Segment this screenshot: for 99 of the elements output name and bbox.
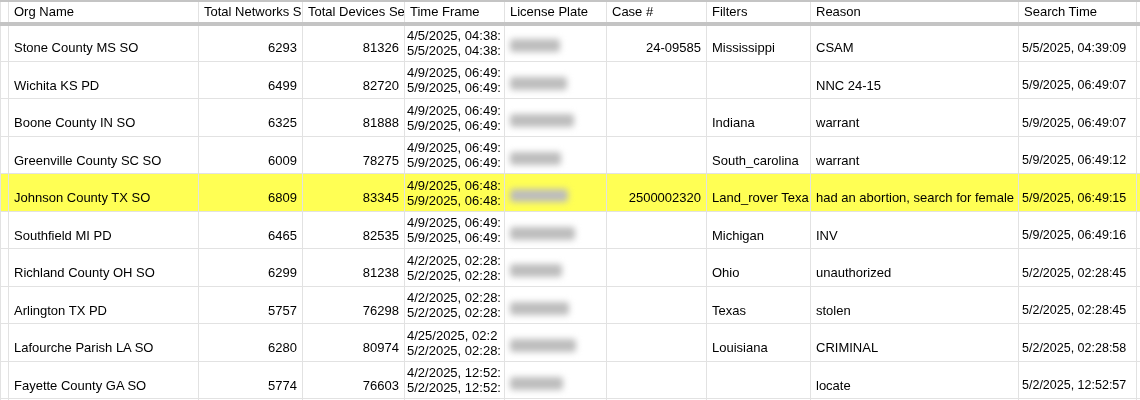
table-cell: Greenville County SC SO [14, 152, 162, 168]
table-cell: Mississippi [712, 40, 775, 55]
table-cell: 5/2/2025, 02:28:45 [1022, 303, 1127, 318]
table-cell: 81238 [362, 265, 399, 280]
table-cell: 24-09585 [646, 40, 701, 55]
table-cell: 4/5/2025, 04:38: [407, 27, 501, 43]
table-cell: 82535 [362, 227, 399, 243]
blurred-plate [510, 339, 576, 352]
table-cell: 80974 [362, 340, 399, 355]
table-cell: 6499 [268, 77, 297, 93]
table-cell: 5/9/2025, 06:49: [407, 80, 501, 95]
table-cell: unauthorized [816, 265, 892, 280]
column-header: Reason [816, 4, 861, 19]
blurred-plate [510, 39, 560, 52]
table-cell: warrant [816, 115, 860, 130]
table-cell: 5/2/2025, 02:28: [407, 305, 501, 320]
table-cell: 5/9/2025, 06:49:12 [1022, 153, 1127, 168]
column-header: Total Devices Se [308, 4, 404, 19]
table-cell: 4/2/2025, 02:28: [407, 290, 501, 305]
table-cell: 5/9/2025, 06:49:07 [1022, 78, 1127, 93]
table-cell: 4/2/2025, 02:28: [407, 252, 501, 268]
table-cell: had an abortion, search for female [816, 190, 1014, 205]
blurred-plate [510, 264, 562, 277]
blurred-plate [510, 76, 567, 90]
table-cell: 4/9/2025, 06:49: [407, 215, 501, 230]
table-cell: Johnson County TX SO [14, 190, 151, 205]
table-cell: 6465 [268, 227, 297, 243]
blurred-plate [510, 376, 563, 390]
table-cell: Stone County MS SO [14, 40, 139, 55]
column-header: Search Time [1024, 4, 1097, 19]
table-cell: 5/2/2025, 12:52:57 [1022, 378, 1127, 393]
table-cell: 4/9/2025, 06:48: [407, 177, 501, 193]
table-cell: CRIMINAL [816, 340, 879, 355]
table-cell: stolen [816, 302, 851, 318]
table-cell: 76298 [362, 302, 399, 318]
table-cell: 83345 [362, 190, 399, 205]
table-cell: Fayette County GA SO [14, 377, 147, 393]
table-cell: 6009 [268, 152, 297, 168]
blurred-plate [510, 151, 561, 165]
table-cell: NNC 24-15 [816, 77, 882, 93]
table-cell: 5/9/2025, 06:48: [407, 192, 501, 208]
table-cell: 5/9/2025, 06:49: [407, 155, 501, 170]
table-cell: Arlington TX PD [14, 302, 107, 318]
table-cell: Ohio [712, 265, 740, 280]
table-cell: South_carolina [712, 152, 799, 168]
table-cell: 4/9/2025, 06:49: [407, 140, 501, 155]
table-cell: 81326 [362, 40, 399, 55]
table-cell: 5/9/2025, 06:49: [407, 117, 501, 133]
blurred-plate [510, 114, 574, 127]
column-header: License Plate [510, 4, 589, 19]
table-cell: Michigan [712, 227, 765, 243]
table-cell: Indiana [712, 115, 755, 130]
column-header: Org Name [14, 4, 74, 19]
table-cell: 5/9/2025, 06:49:15 [1022, 190, 1127, 205]
table-cell: 5/5/2025, 04:39:09 [1022, 40, 1127, 55]
table-cell: Richland County OH SO [14, 265, 155, 280]
table-cell: 5/2/2025, 02:28:58 [1022, 340, 1127, 355]
table-cell: locate [816, 377, 851, 393]
column-header: Case # [612, 4, 654, 19]
blurred-plate [510, 226, 575, 240]
table-cell: 5757 [268, 302, 297, 318]
table-cell: 5/2/2025, 02:28: [407, 267, 501, 283]
table-cell: 4/2/2025, 12:52: [407, 365, 501, 380]
column-header: Filters [712, 4, 748, 19]
column-header: Time Frame [410, 4, 480, 19]
table-cell: 6809 [268, 190, 297, 205]
table-cell: 4/25/2025, 02:2 [407, 327, 498, 343]
table-cell: 5/9/2025, 06:49:07 [1022, 115, 1127, 130]
table-cell: Southfield MI PD [14, 227, 112, 243]
column-header: Total Networks S [204, 4, 302, 19]
table-cell: 5/2/2025, 02:28: [407, 342, 501, 358]
table-cell: 78275 [362, 152, 399, 168]
table-cell: 76603 [362, 377, 399, 393]
blurred-plate [510, 301, 569, 315]
table-cell: 5/9/2025, 06:49:16 [1022, 228, 1127, 243]
table-cell: 5/5/2025, 04:38: [407, 42, 501, 58]
table-cell: 5774 [268, 377, 297, 393]
table-cell: CSAM [816, 40, 854, 55]
table-cell: 2500002320 [628, 190, 701, 205]
table-cell: Lafourche Parish LA SO [14, 340, 154, 355]
table-cell: Boone County IN SO [14, 115, 136, 130]
table-cell: 6325 [268, 115, 297, 130]
blurred-plate [510, 189, 568, 202]
table-cell: 5/2/2025, 02:28:45 [1022, 265, 1127, 280]
table-cell: INV [816, 227, 838, 243]
table-cell: Land_rover Texa [712, 190, 809, 205]
table-cell: 4/9/2025, 06:49: [407, 65, 501, 80]
table-cell: Texas [712, 302, 746, 318]
table-cell: warrant [816, 152, 860, 168]
table-cell: 81888 [362, 115, 399, 130]
table-cell: 6280 [268, 340, 297, 355]
table-cell: 6299 [268, 265, 297, 280]
table-cell: Louisiana [712, 340, 768, 355]
table-cell: 6293 [268, 40, 297, 55]
table-cell: Wichita KS PD [14, 77, 100, 93]
table-cell: 4/9/2025, 06:49: [407, 102, 501, 118]
table-cell: 5/2/2025, 12:52: [407, 380, 501, 395]
table-cell: 82720 [362, 77, 399, 93]
table-cell: 5/9/2025, 06:49: [407, 230, 501, 245]
